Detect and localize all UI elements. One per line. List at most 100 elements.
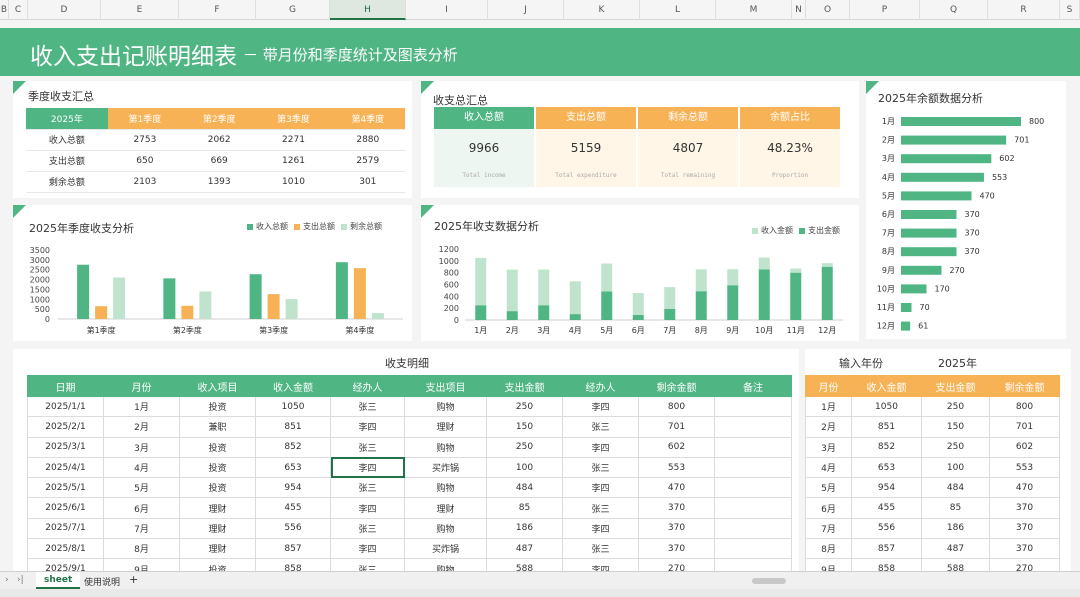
- column-heading[interactable]: 支出金额: [486, 375, 563, 397]
- table-cell[interactable]: 购物: [404, 517, 487, 540]
- total-value[interactable]: 9966: [434, 141, 534, 155]
- table-cell[interactable]: 487: [921, 538, 990, 560]
- table-cell[interactable]: 投资: [179, 456, 256, 479]
- table-cell[interactable]: 954: [851, 477, 922, 499]
- column-header-M[interactable]: M: [716, 0, 792, 20]
- year-input-value[interactable]: 2025年: [938, 355, 977, 371]
- table-cell[interactable]: 85: [921, 497, 990, 519]
- table-cell[interactable]: 852: [851, 436, 922, 458]
- table-cell[interactable]: 250: [921, 395, 990, 418]
- column-heading[interactable]: 剩余金额: [638, 375, 715, 397]
- table-cell[interactable]: 857: [255, 538, 331, 560]
- column-heading[interactable]: 月份: [103, 375, 180, 397]
- table-cell[interactable]: 张三: [562, 416, 639, 438]
- table-cell[interactable]: 购物: [404, 395, 487, 418]
- table-cell[interactable]: 2025/8/1: [27, 538, 104, 560]
- table-cell[interactable]: [714, 497, 792, 519]
- table-cell[interactable]: 150: [486, 416, 563, 438]
- horizontal-scrollbar[interactable]: [752, 578, 786, 584]
- table-cell[interactable]: 3月: [805, 436, 852, 458]
- table-cell[interactable]: 556: [851, 517, 922, 540]
- tab-nav-prev-icon[interactable]: ›: [5, 575, 9, 585]
- table-cell[interactable]: 852: [255, 436, 331, 458]
- table-cell[interactable]: 851: [851, 416, 922, 438]
- table-cell[interactable]: 851: [255, 416, 331, 438]
- quarter-head-cell[interactable]: 2025年: [26, 108, 108, 130]
- table-cell[interactable]: 1261: [256, 150, 331, 172]
- table-cell[interactable]: 张三: [330, 477, 405, 499]
- column-heading[interactable]: 经办人: [562, 375, 639, 397]
- table-cell[interactable]: [714, 416, 792, 438]
- column-heading[interactable]: 日期: [27, 375, 104, 397]
- table-cell[interactable]: 1月: [805, 395, 852, 418]
- table-cell[interactable]: 5月: [103, 477, 180, 499]
- table-cell[interactable]: 8月: [103, 538, 180, 560]
- table-cell[interactable]: 理财: [179, 538, 256, 560]
- total-label[interactable]: 收入总额: [434, 107, 534, 129]
- active-cell[interactable]: 李四: [330, 456, 405, 479]
- table-cell[interactable]: 4月: [805, 456, 852, 479]
- column-header-C[interactable]: C: [9, 0, 28, 20]
- table-cell[interactable]: 556: [255, 517, 331, 540]
- table-cell[interactable]: 2月: [805, 416, 852, 438]
- table-cell[interactable]: 2880: [330, 129, 405, 151]
- table-cell[interactable]: 张三: [562, 538, 639, 560]
- table-cell[interactable]: 买炸锅: [404, 538, 487, 560]
- column-header-D[interactable]: D: [28, 0, 101, 20]
- total-label[interactable]: 支出总额: [536, 107, 636, 129]
- table-cell[interactable]: 张三: [330, 517, 405, 540]
- table-cell[interactable]: 2753: [107, 129, 183, 151]
- tab-sheet[interactable]: sheet: [36, 572, 81, 589]
- table-cell[interactable]: 100: [486, 456, 563, 479]
- table-cell[interactable]: 7月: [103, 517, 180, 540]
- table-cell[interactable]: 理财: [404, 497, 487, 519]
- table-cell[interactable]: 455: [255, 497, 331, 519]
- table-cell[interactable]: 支出总额: [26, 150, 108, 172]
- table-cell[interactable]: [714, 456, 792, 479]
- table-cell[interactable]: 李四: [330, 538, 405, 560]
- table-cell[interactable]: 张三: [562, 456, 639, 479]
- table-cell[interactable]: 150: [921, 416, 990, 438]
- table-cell[interactable]: 484: [486, 477, 563, 499]
- table-cell[interactable]: 购物: [404, 477, 487, 499]
- table-cell[interactable]: 701: [638, 416, 715, 438]
- column-heading[interactable]: 经办人: [330, 375, 405, 397]
- column-heading[interactable]: 支出金额: [921, 375, 990, 397]
- column-header-F[interactable]: F: [179, 0, 256, 20]
- column-header-J[interactable]: J: [488, 0, 564, 20]
- total-label[interactable]: 剩余总额: [638, 107, 738, 129]
- table-cell[interactable]: 186: [921, 517, 990, 540]
- column-heading[interactable]: 收入金额: [255, 375, 331, 397]
- table-cell[interactable]: 理财: [404, 416, 487, 438]
- table-cell[interactable]: [714, 517, 792, 540]
- table-cell[interactable]: 3月: [103, 436, 180, 458]
- table-cell[interactable]: 669: [182, 150, 257, 172]
- table-cell[interactable]: 2271: [256, 129, 331, 151]
- table-cell[interactable]: [714, 436, 792, 458]
- column-header-H[interactable]: H: [330, 0, 406, 20]
- table-cell[interactable]: 李四: [330, 497, 405, 519]
- column-header-I[interactable]: I: [406, 0, 488, 20]
- table-cell[interactable]: 投资: [179, 436, 256, 458]
- table-cell[interactable]: 370: [989, 538, 1060, 560]
- table-cell[interactable]: 701: [989, 416, 1060, 438]
- table-cell[interactable]: 2103: [107, 171, 183, 193]
- table-cell[interactable]: 470: [989, 477, 1060, 499]
- table-cell[interactable]: 2579: [330, 150, 405, 172]
- tab-nav-last-icon[interactable]: ›|: [17, 575, 24, 585]
- table-cell[interactable]: [714, 538, 792, 560]
- table-cell[interactable]: 收入总额: [26, 129, 108, 151]
- table-cell[interactable]: 1050: [851, 395, 922, 418]
- total-label[interactable]: 余额占比: [740, 107, 840, 129]
- table-cell[interactable]: 857: [851, 538, 922, 560]
- table-cell[interactable]: 张三: [330, 395, 405, 418]
- column-heading[interactable]: 收入金额: [851, 375, 922, 397]
- table-cell[interactable]: 487: [486, 538, 563, 560]
- table-cell[interactable]: 85: [486, 497, 563, 519]
- quarter-head-cell[interactable]: 第3季度: [256, 108, 331, 130]
- table-cell[interactable]: 7月: [805, 517, 852, 540]
- table-cell[interactable]: 2025/1/1: [27, 395, 104, 418]
- table-cell[interactable]: 张三: [562, 497, 639, 519]
- table-cell[interactable]: 250: [486, 436, 563, 458]
- table-cell[interactable]: 6月: [103, 497, 180, 519]
